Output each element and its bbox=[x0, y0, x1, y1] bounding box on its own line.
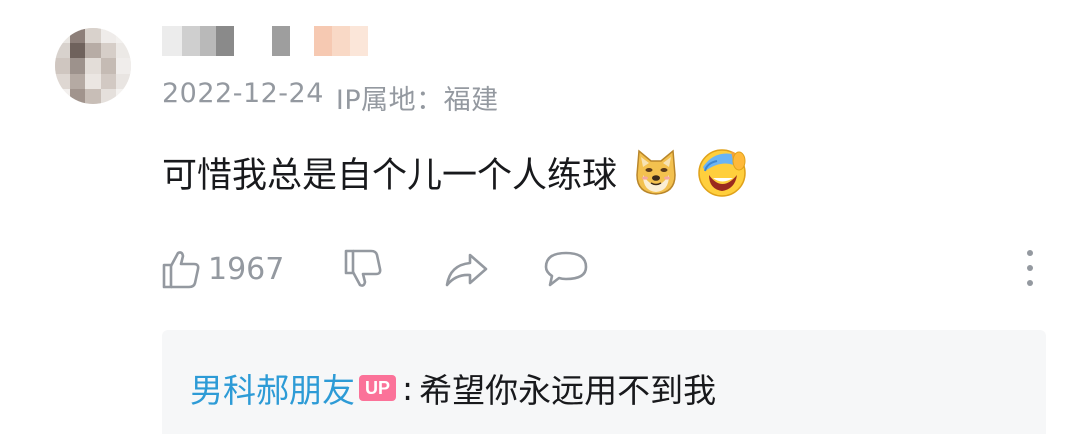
laughing-cry-emoji-icon bbox=[698, 149, 746, 197]
more-icon bbox=[1027, 250, 1033, 256]
reply-colon: : bbox=[402, 368, 414, 408]
more-options-button[interactable] bbox=[1020, 250, 1040, 286]
reply-icon bbox=[545, 251, 588, 287]
reply-text: 希望你永远用不到我 bbox=[419, 371, 717, 410]
avatar[interactable] bbox=[55, 28, 131, 104]
username-redacted[interactable] bbox=[162, 26, 372, 56]
comment-body: 可惜我总是自个儿一个人练球 bbox=[162, 145, 749, 199]
up-badge: UP bbox=[359, 375, 397, 401]
thumbs-down-icon bbox=[345, 249, 382, 287]
share-icon bbox=[446, 253, 488, 287]
share-button[interactable] bbox=[442, 247, 490, 291]
ip-location: IP属地：福建 bbox=[335, 85, 499, 116]
comment-meta: 2022-12-24 IP属地：福建 bbox=[162, 78, 499, 117]
like-count: 1967 bbox=[208, 251, 285, 287]
reply-line: 男科郝朋友 UP : 希望你永远用不到我 bbox=[190, 364, 716, 412]
like-button[interactable]: 1967 bbox=[160, 247, 284, 291]
dislike-button[interactable] bbox=[342, 247, 386, 291]
reply-preview[interactable]: 男科郝朋友 UP : 希望你永远用不到我 bbox=[162, 330, 1046, 434]
reply-username[interactable]: 男科郝朋友 bbox=[190, 364, 355, 412]
reply-button[interactable] bbox=[542, 247, 590, 291]
doge-emoji-icon bbox=[636, 149, 676, 195]
thumbs-up-icon bbox=[162, 251, 200, 289]
comment-text: 可惜我总是自个儿一个人练球 bbox=[162, 155, 618, 196]
comment-date: 2022-12-24 bbox=[162, 78, 324, 109]
comment-action-bar: 1967 bbox=[160, 246, 590, 292]
